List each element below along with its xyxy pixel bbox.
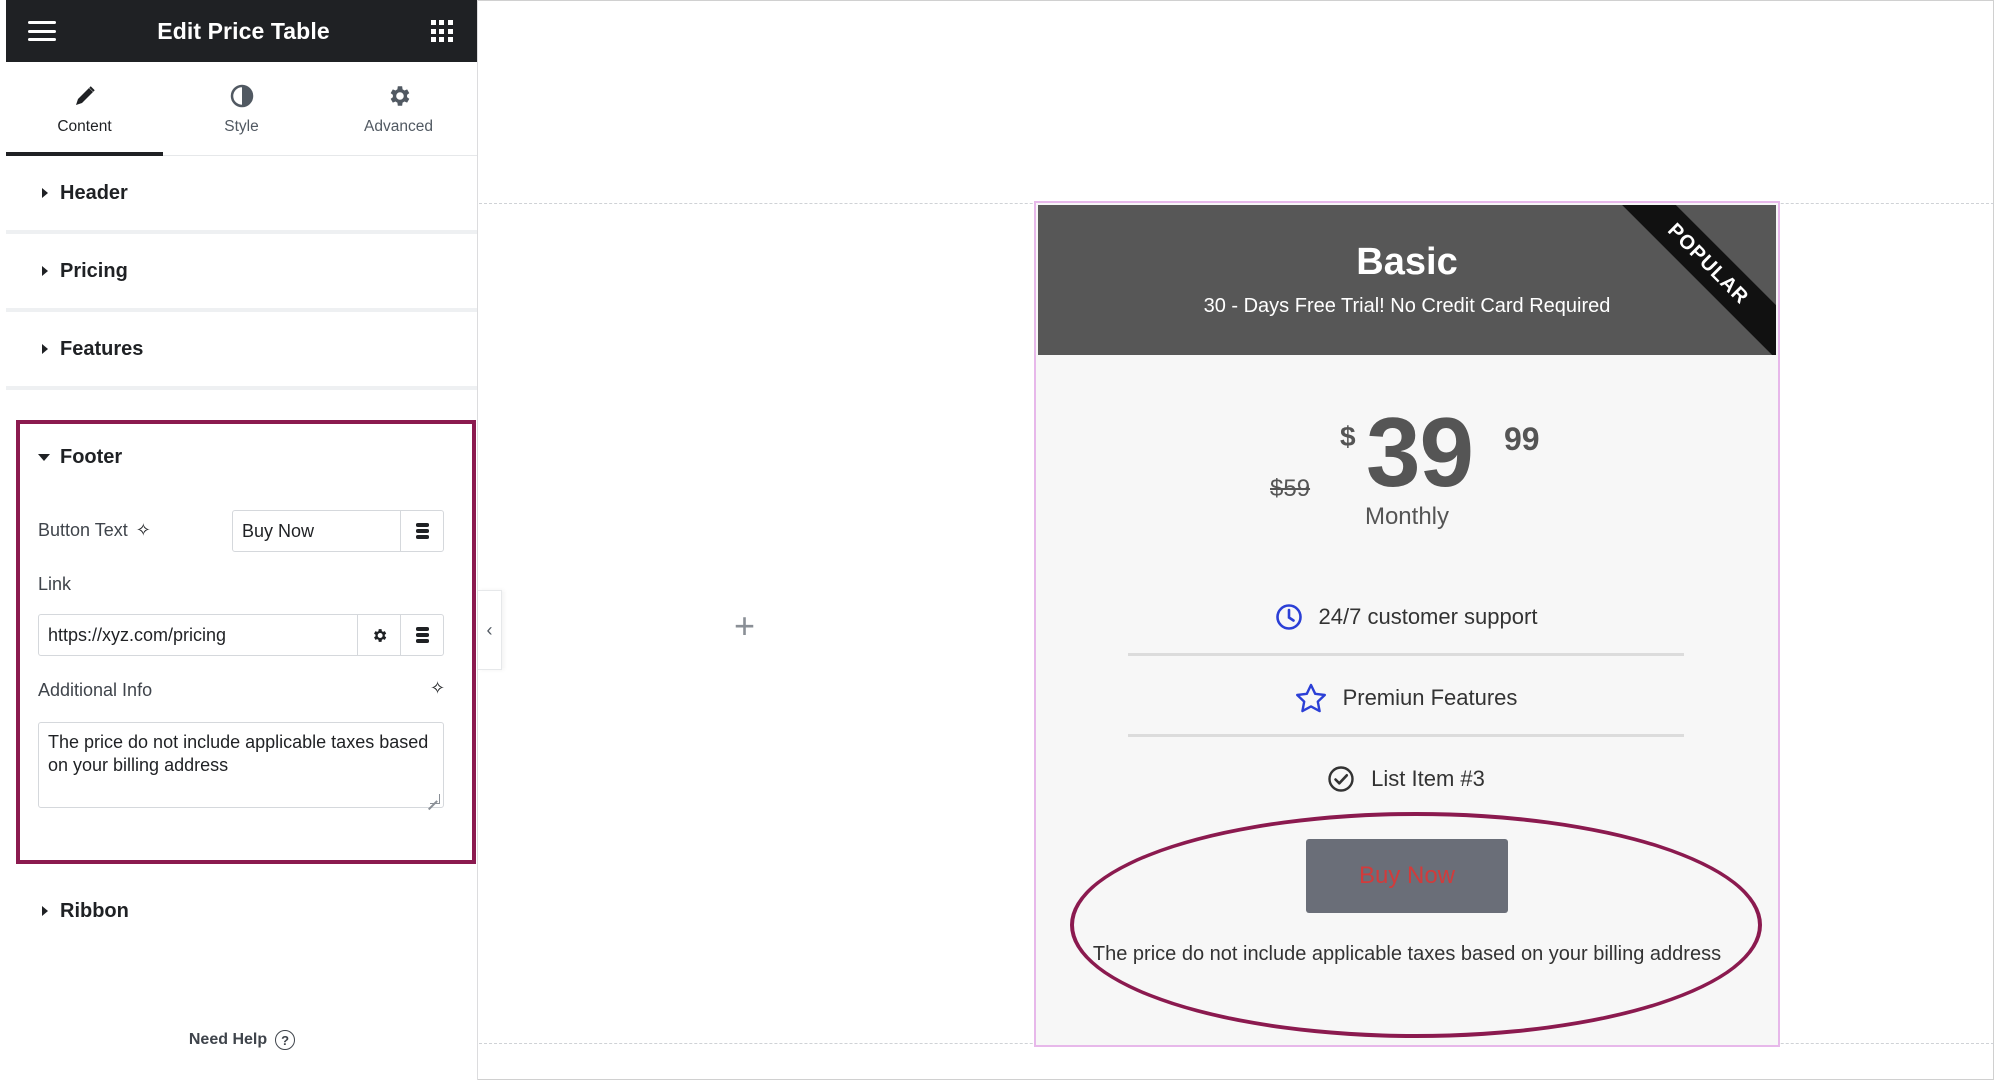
currency-symbol: $ <box>1340 421 1356 452</box>
original-price: $59 <box>1270 475 1311 502</box>
check-circle-icon <box>1327 765 1355 793</box>
add-element-plus-icon[interactable]: + <box>734 605 755 647</box>
price-fraction: 99 <box>1504 421 1540 457</box>
feature-divider <box>1128 653 1684 656</box>
price-table-header: Basic 30 - Days Free Trial! No Credit Ca… <box>1038 205 1776 355</box>
plan-subtitle: 30 - Days Free Trial! No Credit Card Req… <box>1203 295 1611 317</box>
feature-text: List Item #3 <box>1371 766 1485 791</box>
star-icon <box>1295 683 1327 713</box>
price-table-card[interactable]: Basic 30 - Days Free Trial! No Credit Ca… <box>1034 201 1780 1047</box>
feature-text: 24/7 customer support <box>1318 604 1538 629</box>
feature-text: Premiun Features <box>1342 685 1518 710</box>
section-pricing-label: Pricing <box>60 259 128 282</box>
price-period: Monthly <box>1364 503 1450 530</box>
half-circle-icon <box>229 82 255 110</box>
hamburger-menu-icon[interactable] <box>28 21 56 41</box>
caret-down-icon <box>38 454 50 461</box>
database-icon <box>415 523 429 539</box>
caret-right-icon <box>42 188 48 198</box>
feature-divider <box>1128 734 1684 737</box>
button-text-label-text: Button Text <box>38 520 128 540</box>
section-footer[interactable]: Footer <box>38 446 122 469</box>
additional-info-label: Additional Info <box>38 680 153 700</box>
section-features-label: Features <box>60 337 144 360</box>
collapse-panel-button[interactable]: ‹ <box>478 590 502 670</box>
caret-right-icon <box>42 906 48 916</box>
additional-info-textarea[interactable]: The price do not include applicable taxe… <box>38 722 444 808</box>
link-label: Link <box>38 574 72 594</box>
link-options-button[interactable] <box>357 615 400 655</box>
link-input-group: https://xyz.com/pricing <box>38 614 444 656</box>
database-icon <box>415 627 429 643</box>
section-footer-highlight: Footer Button Text ✧ Buy Now Link https:… <box>16 420 476 864</box>
caret-right-icon <box>42 344 48 354</box>
feature-item: Premiun Features <box>1128 658 1684 738</box>
dynamic-tags-button[interactable] <box>400 511 443 551</box>
ai-sparkle-icon[interactable]: ✧ <box>430 678 445 699</box>
panel-title: Edit Price Table <box>157 17 330 44</box>
panel-tabs: Content Style Advanced <box>6 62 477 156</box>
price-integer: 39 <box>1366 397 1474 507</box>
link-input[interactable]: https://xyz.com/pricing <box>39 615 357 655</box>
section-ribbon[interactable]: Ribbon <box>6 872 478 950</box>
clock-icon <box>1275 603 1303 631</box>
tab-content-label: Content <box>57 117 112 135</box>
additional-info-text: The price do not include applicable taxe… <box>48 732 429 775</box>
resize-handle-icon[interactable] <box>430 794 440 804</box>
tab-advanced[interactable]: Advanced <box>320 62 477 155</box>
section-footer-label: Footer <box>60 446 123 468</box>
need-help-label: Need Help <box>188 1031 268 1048</box>
tab-content[interactable]: Content <box>6 62 163 156</box>
feature-item: List Item #3 <box>1128 739 1684 819</box>
buy-now-button[interactable]: Buy Now <box>1306 839 1508 913</box>
section-header-label: Header <box>60 181 128 204</box>
section-pricing[interactable]: Pricing <box>6 234 477 312</box>
section-features[interactable]: Features <box>6 312 477 390</box>
button-text-label: Button Text ✧ <box>38 520 151 541</box>
button-text-input-group: Buy Now <box>232 510 444 552</box>
feature-item: 24/7 customer support <box>1128 577 1684 657</box>
additional-info-text: The price do not include applicable taxe… <box>1092 943 1722 965</box>
widgets-grid-icon[interactable] <box>430 20 453 42</box>
section-header[interactable]: Header <box>6 156 477 234</box>
button-text-input[interactable]: Buy Now <box>233 511 400 551</box>
panel-topbar: Edit Price Table <box>6 0 477 62</box>
ai-sparkle-icon[interactable]: ✧ <box>136 520 151 541</box>
section-ribbon-label: Ribbon <box>60 899 129 922</box>
need-help-link[interactable]: Need Help ? <box>6 1030 478 1050</box>
pencil-icon <box>73 82 97 110</box>
tab-style[interactable]: Style <box>163 62 320 155</box>
gear-icon <box>386 82 412 110</box>
tab-style-label: Style <box>224 117 259 135</box>
gear-icon <box>373 628 386 642</box>
question-icon: ? <box>275 1030 296 1050</box>
chevron-left-icon: ‹ <box>486 619 493 640</box>
tab-advanced-label: Advanced <box>364 117 433 135</box>
caret-right-icon <box>42 266 48 276</box>
dynamic-tags-button[interactable] <box>400 615 443 655</box>
